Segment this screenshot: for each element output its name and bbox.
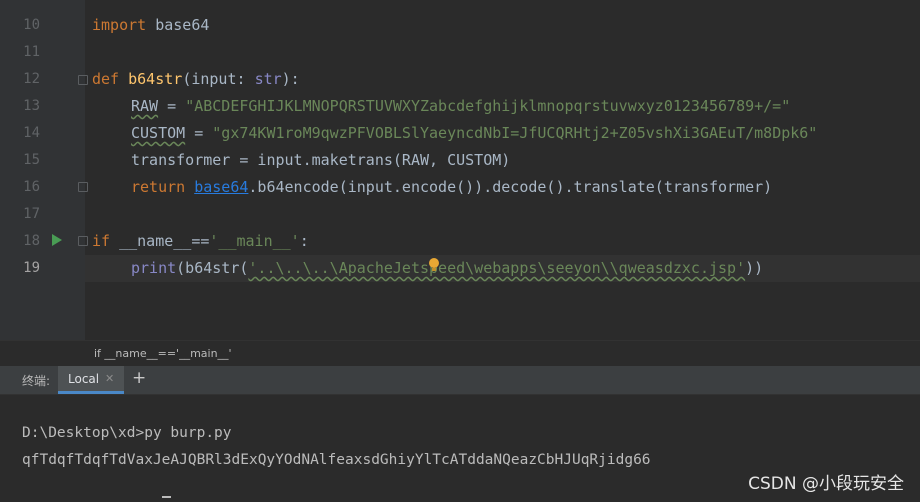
code-line-10[interactable]: import base64 [92,12,209,39]
keyword: def [92,70,120,88]
line-number: 11 [23,44,40,60]
module-link[interactable]: base64 [194,178,248,196]
fold-icon[interactable] [78,75,88,85]
terminal-cursor [162,496,171,498]
code-line-19[interactable]: print(b64str('..\..\..\ApacheJetspeed\we… [131,255,763,282]
variable: RAW [131,97,159,115]
line-number-gutter: 10 11 12 13 14 15 16 17 18 19 [0,0,88,340]
breadcrumb-item[interactable]: if __name__=='__main__' [94,347,232,360]
code-text: .b64encode(input.encode()).decode().tran… [248,178,773,196]
code-text: : [299,232,309,250]
code-text: ): [281,70,300,88]
fold-icon[interactable] [78,182,88,192]
add-tab-icon[interactable]: + [132,368,146,388]
tab-local[interactable]: Local ✕ [58,366,124,394]
code-text: = [185,124,213,142]
line-number: 12 [23,71,40,87]
line-number: 14 [23,125,40,141]
line-number: 15 [23,152,40,168]
code-line-18[interactable]: if __name__=='__main__': [92,228,309,255]
terminal-line: qfTdqfTdqfTdVaxJeAJQBRl3dExQyYOdNAlfeaxs… [22,452,651,468]
tab-label: Local [68,372,100,386]
code-line-15[interactable]: transformer = input.maketrans(RAW, CUSTO… [131,147,510,174]
terminal-output[interactable]: D:\Desktop\xd>py burp.py qfTdqfTdqfTdVax… [0,395,920,502]
line-number: 13 [23,98,40,114]
line-number: 19 [23,260,40,276]
run-icon[interactable] [52,234,62,246]
line-number: 18 [23,233,40,249]
watermark: CSDN @小段玩安全 [748,474,904,494]
line-number: 17 [23,206,40,222]
keyword: if [92,232,111,250]
lightbulb-icon[interactable] [429,258,439,271]
type-hint: str [254,70,282,88]
breadcrumb[interactable]: if __name__=='__main__' [0,340,920,367]
terminal-label: 终端: [22,374,51,388]
code-text: (input: [182,70,255,88]
terminal-tab-bar: 终端: Local ✕ + [0,366,920,395]
variable: CUSTOM [131,124,186,142]
code-editor[interactable]: 10 11 12 13 14 15 16 17 18 19 import bas… [0,0,920,340]
close-icon[interactable]: ✕ [105,372,114,385]
string-literal: '..\..\..\ApacheJetspeed\webapps\seeyon\… [248,259,746,277]
line-number: 10 [23,17,40,33]
code-text: = [158,97,186,115]
fold-icon[interactable] [78,236,88,246]
keyword: import [92,16,147,34]
string-literal: "gx74KW1roM9qwzPFVOBLSlYaeyncdNbI=JfUCQR… [212,124,818,142]
builtin-function: print [131,259,177,277]
active-tab-indicator [58,391,124,394]
function-name: b64str [128,70,183,88]
code-text: transformer = input.maketrans(RAW, CUSTO… [131,151,511,169]
code-line-13[interactable]: RAW = "ABCDEFGHIJKLMNOPQRSTUVWXYZabcdefg… [131,93,790,120]
string-literal: "ABCDEFGHIJKLMNOPQRSTUVWXYZabcdefghijklm… [185,97,791,115]
code-text: __name__== [110,232,210,250]
keyword: return [131,178,186,196]
code-text: base64 [146,16,210,34]
code-line-16[interactable]: return base64.b64encode(input.encode()).… [131,174,772,201]
string-literal: '__main__' [209,232,300,250]
code-text: )) [745,259,764,277]
code-text: (b64str( [176,259,249,277]
line-number: 16 [23,179,40,195]
code-line-14[interactable]: CUSTOM = "gx74KW1roM9qwzPFVOBLSlYaeyncdN… [131,120,817,147]
code-line-12[interactable]: def b64str(input: str): [92,66,300,93]
terminal-line: D:\Desktop\xd>py burp.py [22,425,232,441]
